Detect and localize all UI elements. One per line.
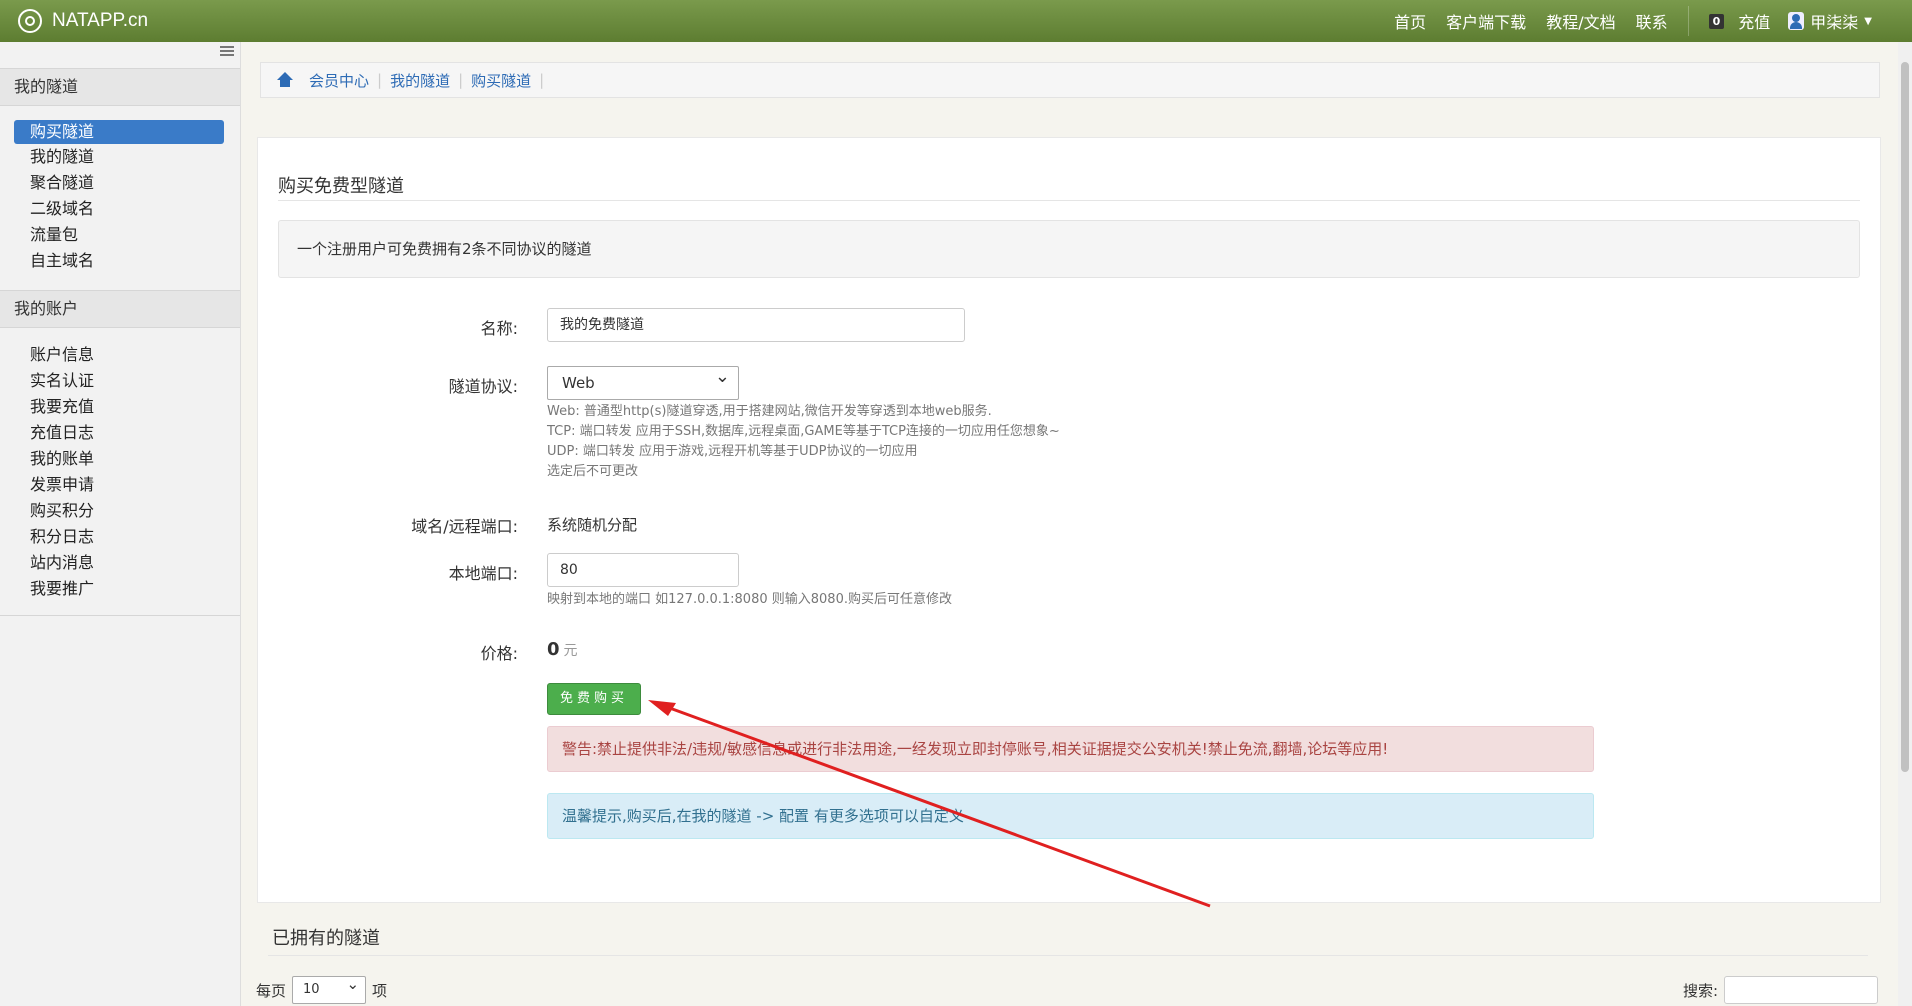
tunnel-name-input[interactable]: 我的免费隧道	[547, 308, 965, 342]
breadcrumb-buy-tunnel[interactable]: 购买隧道	[471, 70, 531, 91]
sidebar-item-recharge[interactable]: 我要充值	[14, 394, 224, 420]
help-udp: UDP: 端口转发 应用于游戏,远程开机等基于UDP协议的一切应用	[547, 444, 918, 459]
sidebar-section-account: 我的账户	[0, 290, 240, 328]
main-nav: 首页 客户端下载 教程/文档 联系 0 充值 甲柒柒 ▼	[1374, 0, 1872, 42]
breadcrumb-my-tunnels[interactable]: 我的隧道	[390, 70, 450, 91]
nav-docs[interactable]: 教程/文档	[1546, 9, 1615, 33]
user-menu[interactable]: 甲柒柒 ▼	[1788, 9, 1872, 33]
help-web: Web: 普通型http(s)隧道穿透,用于搭建网站,微信开发等穿透到本地web…	[547, 404, 992, 419]
free-buy-button[interactable]: 免费购买	[547, 683, 642, 715]
per-page-control: 每页 10 项	[256, 971, 388, 1004]
sidebar-item-verification[interactable]: 实名认证	[14, 368, 224, 394]
nav-home[interactable]: 首页	[1394, 9, 1426, 33]
home-icon[interactable]	[277, 72, 293, 88]
sidebar-item-points-log[interactable]: 积分日志	[14, 524, 224, 550]
help-immutable: 选定后不可更改	[547, 464, 639, 479]
collapse-menu-icon[interactable]	[220, 46, 234, 56]
per-page-prefix: 每页	[256, 981, 287, 1000]
nav-client-download[interactable]: 客户端下载	[1446, 9, 1526, 33]
local-port-input[interactable]: 80	[547, 553, 739, 587]
sidebar: 我的隧道 购买隧道 我的隧道 聚合隧道 二级域名 流量包 自主域名 我的账户 账…	[0, 42, 241, 1006]
owned-tunnels-divider	[268, 955, 1868, 956]
sidebar-item-referral[interactable]: 我要推广	[14, 576, 224, 602]
search-input[interactable]	[1724, 976, 1879, 1004]
brand[interactable]: NATAPP.cn	[18, 6, 148, 36]
brand-logo-icon	[18, 9, 42, 33]
sidebar-item-messages[interactable]: 站内消息	[14, 550, 224, 576]
wallet-icon: 0	[1708, 13, 1725, 29]
breadcrumb-divider: |	[458, 71, 464, 89]
sidebar-account-list: 账户信息 实名认证 我要充值 充值日志 我的账单 发票申请 购买积分 积分日志 …	[14, 342, 224, 602]
sidebar-item-buy-tunnel[interactable]: 购买隧道	[14, 120, 224, 144]
nav-divider	[1687, 6, 1689, 36]
breadcrumb-divider: |	[539, 71, 545, 89]
caret-down-icon: ▼	[1864, 15, 1872, 27]
help-tcp: TCP: 端口转发 应用于SSH,数据库,远程桌面,GAME等基于TCP连接的一…	[547, 424, 1060, 439]
nav-contact[interactable]: 联系	[1636, 9, 1668, 33]
local-port-label: 本地端口:	[448, 564, 518, 583]
per-page-select[interactable]: 10	[292, 971, 367, 1004]
sidebar-item-subdomain[interactable]: 二级域名	[14, 196, 224, 222]
price-value: 0	[547, 639, 560, 660]
domain-value: 系统随机分配	[547, 516, 638, 534]
table-search: 搜索:	[1683, 976, 1879, 1004]
sidebar-item-custom-domain[interactable]: 自主域名	[14, 248, 224, 274]
local-port-help: 映射到本地的端口 如127.0.0.1:8080 则输入8080.购买后可任意修…	[547, 592, 952, 607]
top-navbar: NATAPP.cn 首页 客户端下载 教程/文档 联系 0 充值 甲柒柒 ▼	[0, 0, 1912, 42]
brand-name: NATAPP.cn	[52, 10, 149, 31]
search-label: 搜索:	[1683, 981, 1719, 1000]
price-unit: 元	[563, 643, 578, 659]
wallet-recharge[interactable]: 0 充值	[1708, 9, 1770, 33]
protocol-help: Web: 普通型http(s)隧道穿透,用于搭建网站,微信开发等穿透到本地web…	[547, 402, 1060, 482]
sidebar-item-aggregate-tunnels[interactable]: 聚合隧道	[14, 170, 224, 196]
domain-label: 域名/远程端口:	[411, 517, 518, 536]
name-label: 名称:	[480, 319, 518, 338]
sidebar-item-traffic-pack[interactable]: 流量包	[14, 222, 224, 248]
breadcrumb-divider: |	[377, 71, 383, 89]
username: 甲柒柒	[1810, 13, 1859, 32]
sidebar-item-bills[interactable]: 我的账单	[14, 446, 224, 472]
per-page-suffix: 项	[372, 981, 388, 1000]
scrollbar-thumb[interactable]	[1901, 62, 1909, 772]
sidebar-tunnel-list: 购买隧道 我的隧道 聚合隧道 二级域名 流量包 自主域名	[14, 120, 224, 274]
breadcrumb: 会员中心 | 我的隧道 | 购买隧道 |	[260, 62, 1880, 98]
buy-tunnel-panel: 购买免费型隧道 一个注册用户可免费拥有2条不同协议的隧道 名称: 我的免费隧道 …	[257, 137, 1881, 903]
price-label: 价格:	[480, 644, 518, 663]
sidebar-divider	[0, 615, 240, 616]
sidebar-item-invoice[interactable]: 发票申请	[14, 472, 224, 498]
free-quota-notice: 一个注册用户可免费拥有2条不同协议的隧道	[278, 220, 1860, 278]
warning-alert: 警告:禁止提供非法/违规/敏感信息或进行非法用途,一经发现立即封停账号,相关证据…	[547, 726, 1594, 772]
sidebar-item-my-tunnels[interactable]: 我的隧道	[14, 144, 224, 170]
page-scrollbar[interactable]	[1898, 42, 1912, 1006]
owned-tunnels-title: 已拥有的隧道	[272, 928, 380, 949]
user-icon	[1788, 12, 1805, 30]
price-display: 0元	[547, 639, 578, 660]
protocol-select[interactable]: Web	[547, 361, 739, 400]
protocol-label: 隧道协议:	[448, 377, 518, 396]
sidebar-section-tunnels: 我的隧道	[0, 68, 240, 106]
breadcrumb-member-center[interactable]: 会员中心	[309, 70, 369, 91]
panel-title: 购买免费型隧道	[278, 176, 404, 197]
sidebar-item-account-info[interactable]: 账户信息	[14, 342, 224, 368]
recharge-link[interactable]: 充值	[1738, 9, 1770, 33]
sidebar-item-recharge-log[interactable]: 充值日志	[14, 420, 224, 446]
panel-divider	[278, 200, 1860, 201]
sidebar-item-buy-points[interactable]: 购买积分	[14, 498, 224, 524]
tip-alert: 温馨提示,购买后,在我的隧道 -> 配置 有更多选项可以自定义	[547, 793, 1594, 839]
